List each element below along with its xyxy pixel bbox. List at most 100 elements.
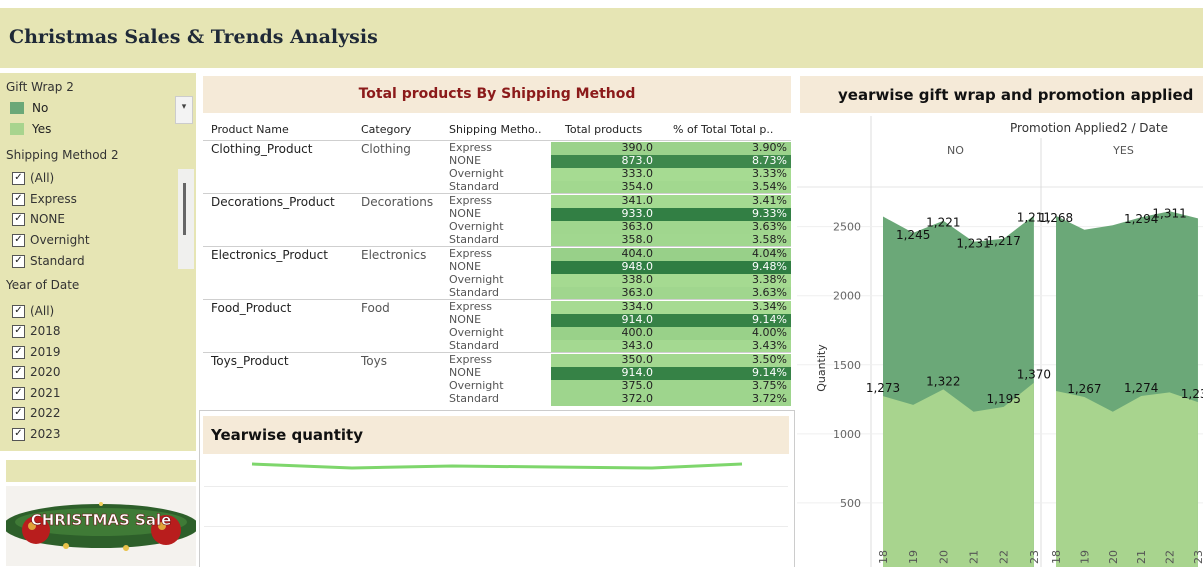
legend-item-no[interactable]: No [10,100,48,116]
area-series-yes [883,382,1034,567]
y-tick-label: 2000 [833,290,861,303]
legend-item-yes[interactable]: Yes [10,121,51,137]
shipping-option-label: Express [30,192,77,206]
data-label: 1,217 [987,234,1021,248]
gift-wrap-promotion-panel: yearwise gift wrap and promotion applied… [797,76,1203,567]
shipping-filter-scrollbar[interactable] [178,169,194,269]
table-row-group: Decorations_Product Decorations Express 341… [203,193,791,247]
checkbox-checked-icon: ✓ [12,324,25,338]
y-tick-label: 1500 [833,359,861,372]
y-tick-label: 500 [840,497,861,510]
percent-of-total-value: 3.75% [752,379,787,392]
shipping-option-none[interactable]: ✓ NONE [12,210,65,228]
checkbox-checked-icon: ✓ [12,365,25,379]
col-header-category[interactable]: Category [361,123,411,136]
shipping-method-cell: Standard [449,233,500,246]
table-row[interactable]: Express 350.0 3.50% [203,354,791,367]
year-option-2022[interactable]: ✓ 2022 [12,404,61,422]
shipping-panel-title: Total products By Shipping Method [358,86,636,102]
percent-of-total-value: 9.14% [752,313,787,326]
title-band: Christmas Sales & Trends Analysis [0,8,1203,68]
table-row[interactable]: Standard 372.0 3.72% [203,393,791,406]
yearwise-quantity-panel: Yearwise quantity [199,410,795,567]
year-option-all[interactable]: ✓ (All) [12,302,54,320]
total-products-value: 358.0 [621,233,654,246]
shipping-method-cell: NONE [449,366,482,379]
facet-header-title: Promotion Applied2 / Date [1010,121,1168,135]
total-products-value: 363.0 [621,286,654,299]
shipping-option-overnight[interactable]: ✓ Overnight [12,231,90,249]
x-tick-label: 22 [1164,550,1177,564]
year-option-label: 2021 [30,386,61,400]
shipping-option-label: Standard [30,254,85,268]
year-filter-title: Year of Date [6,278,80,292]
shipping-option-label: (All) [30,171,55,185]
total-products-value: 354.0 [621,180,654,193]
table-row[interactable]: Express 334.0 3.34% [203,301,791,314]
data-label: 1,195 [987,392,1021,406]
table-row[interactable]: Express 404.0 4.04% [203,248,791,261]
shipping-filter-title: Shipping Method 2 [6,148,119,162]
checkbox-checked-icon: ✓ [12,212,25,226]
data-label: 1,274 [1124,381,1158,395]
data-label: 1,322 [926,374,960,388]
shipping-method-cell: Express [449,194,492,207]
col-header-shipping[interactable]: Shipping Metho.. [449,123,542,136]
col-header-percent[interactable]: % of Total Total p.. [673,123,773,136]
shipping-option-label: Overnight [30,233,90,247]
shipping-option-all[interactable]: ✓ (All) [12,169,54,187]
gift-wrap-legend-title: Gift Wrap 2 [6,80,74,94]
percent-of-total-value: 3.54% [752,180,787,193]
total-products-value: 341.0 [621,194,654,207]
checkbox-checked-icon: ✓ [12,254,25,268]
total-products-value: 338.0 [621,273,654,286]
shipping-option-label: NONE [30,212,65,226]
legend-menu-button[interactable]: ▾ [175,96,193,124]
total-products-value: 343.0 [621,339,654,352]
shipping-method-cell: NONE [449,207,482,220]
year-option-2018[interactable]: ✓ 2018 [12,322,61,340]
shipping-method-cell: NONE [449,154,482,167]
table-row-group: Toys_Product Toys Express 350.0 3.50% NONE 914… [203,352,791,406]
percent-of-total-value: 3.38% [752,273,787,286]
percent-of-total-value: 3.63% [752,220,787,233]
year-option-label: 2018 [30,324,61,338]
year-option-2020[interactable]: ✓ 2020 [12,363,61,381]
percent-of-total-value: 9.14% [752,366,787,379]
x-tick-label: 23 [1028,550,1041,564]
year-option-label: 2020 [30,365,61,379]
year-option-2021[interactable]: ✓ 2021 [12,384,61,402]
total-products-value: 390.0 [621,141,654,154]
shipping-method-cell: NONE [449,260,482,273]
col-header-product[interactable]: Product Name [211,123,289,136]
percent-of-total-value: 4.00% [752,326,787,339]
shipping-method-cell: Overnight [449,379,504,392]
table-row[interactable]: Express 341.0 3.41% [203,195,791,208]
yearwise-quantity-line [251,462,743,470]
shipping-method-cell: Standard [449,339,500,352]
table-row[interactable]: Express 390.0 3.90% [203,142,791,155]
area-series-yes [1056,391,1198,567]
shipping-option-standard[interactable]: ✓ Standard [12,252,85,270]
table-row-group: Food_Product Food Express 334.0 3.34% NONE 914… [203,299,791,353]
year-option-2023[interactable]: ✓ 2023 [12,425,61,443]
x-tick-label: 20 [937,550,950,564]
x-tick-label: 18 [877,550,890,564]
scrollbar-thumb[interactable] [183,183,186,235]
data-label: 1,268 [1039,211,1073,225]
total-products-value: 375.0 [621,379,654,392]
percent-of-total-value: 3.72% [752,392,787,405]
year-option-2019[interactable]: ✓ 2019 [12,343,61,361]
shipping-method-cell: Overnight [449,326,504,339]
col-header-total[interactable]: Total products [565,123,642,136]
shipping-option-express[interactable]: ✓ Express [12,190,77,208]
data-label: 1,267 [1067,382,1101,396]
total-products-value: 914.0 [621,366,654,379]
yearwise-panel-header: Yearwise quantity [203,416,789,454]
total-products-value: 350.0 [621,353,654,366]
data-label: 1,245 [896,228,930,242]
percent-of-total-value: 3.41% [752,194,787,207]
checkbox-checked-icon: ✓ [12,345,25,359]
year-option-label: (All) [30,304,55,318]
total-products-value: 404.0 [621,247,654,260]
